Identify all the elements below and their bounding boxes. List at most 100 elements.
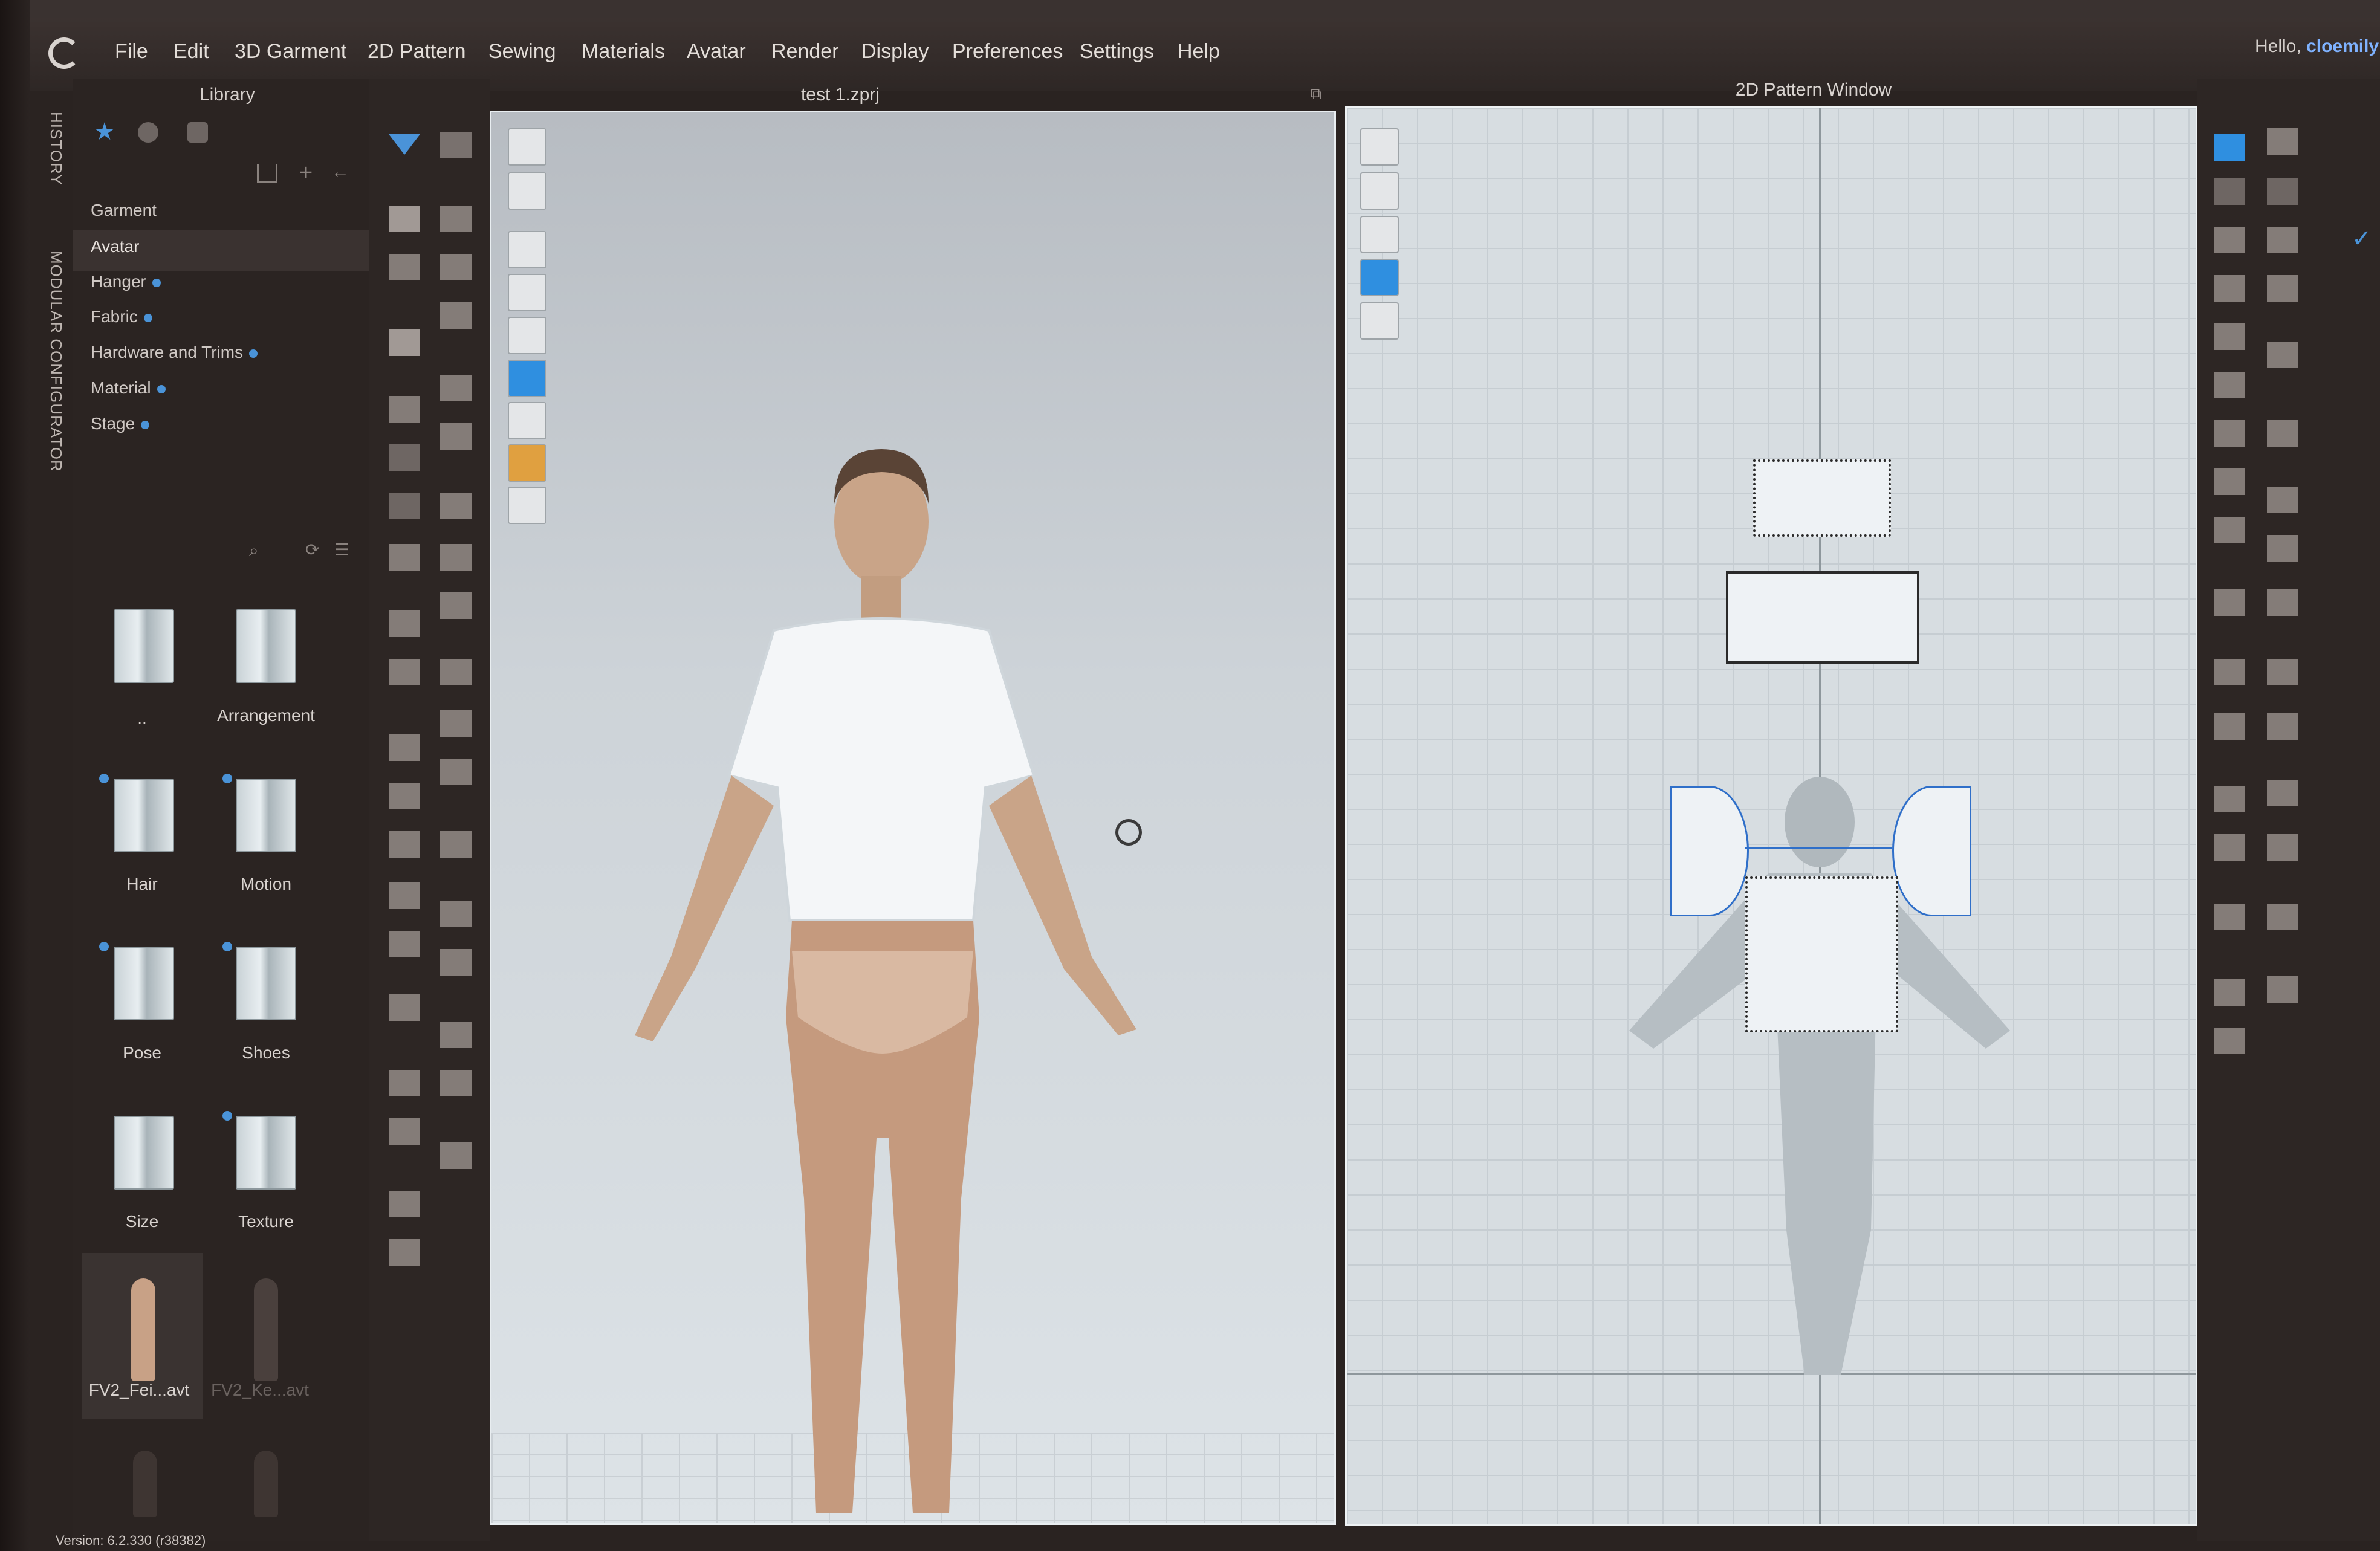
zipper-icon[interactable] bbox=[389, 734, 420, 761]
cut-icon[interactable] bbox=[2214, 468, 2245, 495]
graphic-icon[interactable] bbox=[2267, 904, 2298, 930]
pattern-piece-body[interactable] bbox=[1726, 571, 1919, 664]
menu-render[interactable]: Render bbox=[771, 40, 839, 63]
text-vertical-icon[interactable] bbox=[2267, 780, 2298, 806]
sew-icon[interactable] bbox=[389, 493, 420, 519]
library-item-stage[interactable]: Stage bbox=[91, 414, 150, 433]
pattern-piece-sleeve-right[interactable] bbox=[1892, 786, 1971, 916]
folder-motion-icon[interactable] bbox=[236, 779, 296, 852]
tape-icon[interactable] bbox=[389, 1070, 420, 1096]
folder-arrangement-icon[interactable] bbox=[236, 609, 296, 683]
hanger-icon[interactable] bbox=[389, 1191, 420, 1217]
length-icon[interactable] bbox=[440, 831, 472, 858]
avatar-measure-icon[interactable] bbox=[389, 882, 420, 909]
measure-icon[interactable] bbox=[389, 783, 420, 809]
fold-icon[interactable] bbox=[389, 396, 420, 423]
iron-icon[interactable] bbox=[2267, 342, 2298, 368]
trace-icon[interactable] bbox=[2214, 323, 2245, 350]
folder-hair-icon[interactable] bbox=[114, 779, 174, 852]
pattern-piece-sleeve-left[interactable] bbox=[1670, 786, 1749, 916]
dart-icon[interactable] bbox=[2214, 420, 2245, 447]
back-icon[interactable]: ← bbox=[331, 162, 349, 183]
folder-shoes-icon[interactable] bbox=[236, 947, 296, 1020]
refresh-icon[interactable]: ⟳ bbox=[305, 540, 319, 560]
fold-arrange-icon[interactable] bbox=[389, 544, 420, 571]
library-item-garment[interactable]: Garment bbox=[91, 201, 157, 220]
texture-icon[interactable] bbox=[440, 592, 472, 619]
upload-icon[interactable] bbox=[389, 994, 420, 1021]
stretch-icon[interactable] bbox=[440, 901, 472, 927]
avatar-file-label[interactable]: FV2_Ke...avt bbox=[193, 1381, 326, 1400]
tab-history[interactable]: HISTORY bbox=[47, 112, 65, 186]
pattern-piece-yoke[interactable] bbox=[1753, 459, 1891, 537]
pin-icon[interactable] bbox=[440, 544, 472, 571]
library-item-fabric[interactable]: Fabric bbox=[91, 307, 152, 326]
move-avatar-icon[interactable] bbox=[440, 132, 472, 158]
list-view-icon[interactable]: ☰ bbox=[334, 540, 349, 560]
rotate-icon[interactable] bbox=[389, 659, 420, 685]
pattern-piece-bodice[interactable] bbox=[1745, 876, 1898, 1032]
favorites-star-icon[interactable]: ★ bbox=[94, 120, 115, 144]
avatar-3d-model[interactable] bbox=[490, 111, 1336, 1525]
align-icon[interactable] bbox=[440, 1142, 472, 1169]
pen-icon[interactable] bbox=[440, 254, 472, 280]
grid-icon[interactable] bbox=[2267, 976, 2298, 1003]
folder-texture-icon[interactable] bbox=[236, 1116, 296, 1190]
tack-icon[interactable] bbox=[440, 493, 472, 519]
folder-size-icon[interactable] bbox=[114, 1116, 174, 1190]
tab-modular-configurator[interactable]: MODULAR CONFIGURATOR bbox=[47, 251, 65, 472]
edit-pattern-icon[interactable] bbox=[440, 206, 472, 232]
needle-icon[interactable] bbox=[440, 302, 472, 329]
rectangle-icon[interactable] bbox=[2214, 275, 2245, 302]
fabric-swatch-icon[interactable] bbox=[440, 949, 472, 976]
fold-line-icon[interactable] bbox=[2267, 487, 2298, 513]
menu-3d-garment[interactable]: 3D Garment bbox=[235, 40, 346, 63]
library-item-hardware[interactable]: Hardware and Trims bbox=[91, 343, 258, 362]
text-large-icon[interactable] bbox=[2214, 834, 2245, 861]
pose-icon[interactable] bbox=[389, 931, 420, 957]
stitch-icon[interactable] bbox=[2267, 713, 2298, 740]
symmetry-icon[interactable] bbox=[389, 1239, 420, 1266]
symmetric-icon[interactable] bbox=[2214, 589, 2245, 616]
brush-icon[interactable] bbox=[389, 254, 420, 280]
select-arrow-icon[interactable] bbox=[389, 134, 420, 155]
slash-icon[interactable] bbox=[2267, 659, 2298, 685]
menu-display[interactable]: Display bbox=[861, 40, 929, 63]
library-item-material[interactable]: Material bbox=[91, 378, 166, 398]
seam-allowance-icon[interactable] bbox=[2214, 659, 2245, 685]
curve-icon[interactable] bbox=[440, 375, 472, 401]
app-logo-icon[interactable] bbox=[48, 37, 80, 69]
garment-icon[interactable] bbox=[389, 329, 420, 356]
undock-icon[interactable]: ⧉ bbox=[1311, 85, 1322, 104]
search-icon[interactable]: ⌕ bbox=[249, 541, 259, 561]
layer-icon[interactable] bbox=[440, 1022, 472, 1048]
menu-avatar[interactable]: Avatar bbox=[687, 40, 746, 63]
pattern-edit-icon[interactable] bbox=[2214, 134, 2245, 161]
polygon-icon[interactable] bbox=[2214, 227, 2245, 253]
lock-pattern-icon[interactable] bbox=[2214, 1028, 2245, 1054]
line-tool-icon[interactable] bbox=[389, 610, 420, 637]
circle-icon[interactable] bbox=[2267, 227, 2298, 253]
edit-curve-icon[interactable] bbox=[2267, 178, 2298, 205]
library-item-avatar[interactable]: Avatar bbox=[73, 230, 387, 271]
pleat-icon[interactable] bbox=[2267, 420, 2298, 447]
pattern-button-icon[interactable] bbox=[2267, 535, 2298, 562]
text-small-icon[interactable] bbox=[2214, 786, 2245, 812]
grade-icon[interactable] bbox=[2214, 372, 2245, 398]
folder-up-icon[interactable] bbox=[114, 609, 174, 683]
folder-pose-icon[interactable] bbox=[114, 947, 174, 1020]
library-item-hanger[interactable]: Hanger bbox=[91, 272, 161, 291]
cloud-icon[interactable] bbox=[138, 122, 158, 143]
transform-icon[interactable] bbox=[2267, 128, 2298, 155]
menu-settings[interactable]: Settings bbox=[1080, 40, 1154, 63]
menu-edit[interactable]: Edit bbox=[173, 40, 209, 63]
puckering-icon[interactable] bbox=[2214, 979, 2245, 1006]
lock-icon[interactable] bbox=[187, 122, 208, 143]
user-greeting[interactable]: Hello, cloemily bbox=[2255, 36, 2379, 57]
measure-line-icon[interactable] bbox=[2214, 904, 2245, 930]
menu-materials[interactable]: Materials bbox=[582, 40, 665, 63]
menu-help[interactable]: Help bbox=[1178, 40, 1220, 63]
internal-polygon-icon[interactable] bbox=[2267, 275, 2298, 302]
menu-file[interactable]: File bbox=[115, 40, 148, 63]
download-icon[interactable] bbox=[257, 164, 277, 183]
